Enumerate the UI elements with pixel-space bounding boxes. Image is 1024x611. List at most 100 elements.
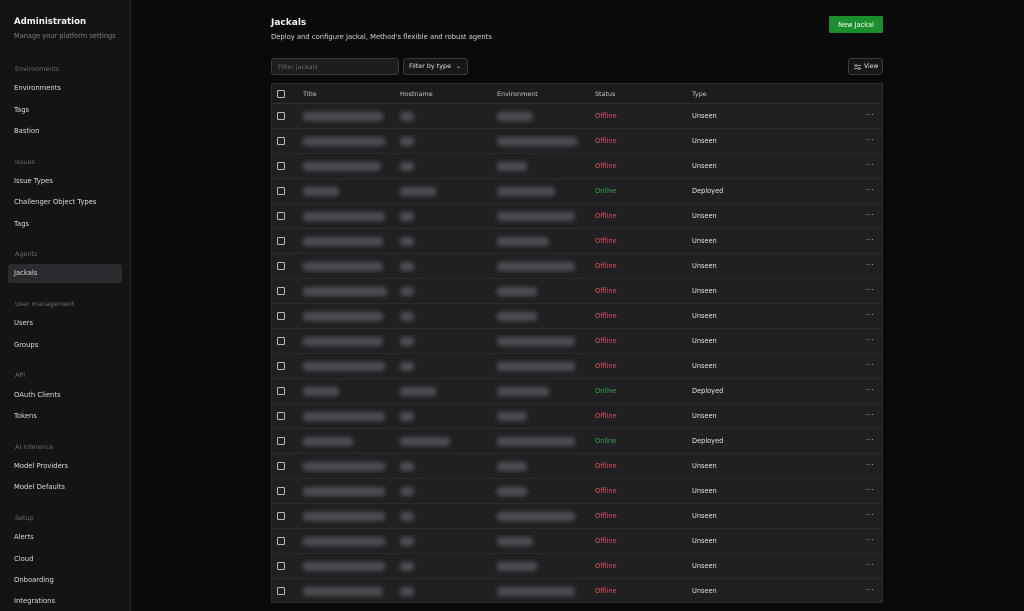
redacted-hostname [400, 262, 414, 271]
row-checkbox[interactable] [277, 587, 285, 595]
table-row[interactable]: Offline Unseen ··· [272, 529, 882, 554]
row-checkbox[interactable] [277, 212, 285, 220]
row-checkbox[interactable] [277, 337, 285, 345]
table-row[interactable]: Offline Unseen ··· [272, 479, 882, 504]
sidebar-item-environments[interactable]: Environments [14, 84, 61, 92]
row-actions-icon[interactable]: ··· [866, 429, 874, 452]
sidebar-item-model-providers[interactable]: Model Providers [14, 462, 68, 470]
row-actions-icon[interactable]: ··· [866, 204, 874, 227]
new-jackal-button[interactable]: New Jackal [829, 16, 883, 33]
column-title[interactable]: Title [303, 84, 317, 104]
row-checkbox[interactable] [277, 387, 285, 395]
sidebar-item-onboarding[interactable]: Onboarding [14, 576, 54, 584]
row-checkbox[interactable] [277, 437, 285, 445]
sidebar-item-challenger-object-types[interactable]: Challenger Object Types [14, 198, 96, 206]
row-actions-icon[interactable]: ··· [866, 129, 874, 152]
column-environment[interactable]: Environment [497, 84, 538, 104]
row-actions-icon[interactable]: ··· [866, 479, 874, 502]
table-row[interactable]: Offline Unseen ··· [272, 404, 882, 429]
row-actions-icon[interactable]: ··· [866, 579, 874, 602]
row-checkbox[interactable] [277, 537, 285, 545]
redacted-hostname [400, 237, 414, 246]
view-options-button[interactable]: View [848, 58, 883, 75]
row-checkbox[interactable] [277, 362, 285, 370]
table-row[interactable]: Online Deployed ··· [272, 379, 882, 404]
redacted-environment [497, 337, 575, 346]
row-checkbox[interactable] [277, 487, 285, 495]
sidebar-item-groups[interactable]: Groups [14, 341, 38, 349]
table-row[interactable]: Offline Unseen ··· [272, 579, 882, 602]
status-badge: Offline [595, 262, 617, 270]
filter-by-type-dropdown[interactable]: Filter by type ⌄ [403, 58, 468, 75]
type-value: Unseen [692, 487, 717, 495]
row-checkbox[interactable] [277, 187, 285, 195]
row-checkbox[interactable] [277, 562, 285, 570]
row-checkbox[interactable] [277, 312, 285, 320]
row-actions-icon[interactable]: ··· [866, 554, 874, 577]
filter-jackals-input[interactable] [271, 58, 399, 75]
sidebar-item-oauth-clients[interactable]: OAuth Clients [14, 391, 61, 399]
redacted-title [303, 162, 381, 171]
row-checkbox[interactable] [277, 512, 285, 520]
row-checkbox[interactable] [277, 412, 285, 420]
sidebar-item-integrations[interactable]: Integrations [14, 597, 55, 605]
status-badge: Offline [595, 537, 617, 545]
sidebar-item-jackals[interactable]: Jackals [8, 264, 122, 283]
table-row[interactable]: Offline Unseen ··· [272, 554, 882, 579]
table-row[interactable]: Offline Unseen ··· [272, 329, 882, 354]
row-actions-icon[interactable]: ··· [866, 279, 874, 302]
redacted-title [303, 562, 385, 571]
row-actions-icon[interactable]: ··· [866, 254, 874, 277]
sidebar-item-bastion[interactable]: Bastion [14, 127, 39, 135]
row-actions-icon[interactable]: ··· [866, 504, 874, 527]
row-actions-icon[interactable]: ··· [866, 529, 874, 552]
type-value: Unseen [692, 337, 717, 345]
jackals-table: Title Hostname Environment Status Type O… [271, 83, 883, 603]
column-type[interactable]: Type [692, 84, 707, 104]
sidebar-item-environment-tags[interactable]: Tags [14, 106, 29, 114]
table-row[interactable]: Offline Unseen ··· [272, 504, 882, 529]
sidebar-item-tokens[interactable]: Tokens [14, 412, 37, 420]
row-actions-icon[interactable]: ··· [866, 354, 874, 377]
sidebar-item-cloud[interactable]: Cloud [14, 555, 33, 563]
row-actions-icon[interactable]: ··· [866, 329, 874, 352]
select-all-checkbox[interactable] [277, 90, 285, 98]
table-row[interactable]: Offline Unseen ··· [272, 104, 882, 129]
row-actions-icon[interactable]: ··· [866, 179, 874, 202]
row-actions-icon[interactable]: ··· [866, 229, 874, 252]
status-badge: Offline [595, 412, 617, 420]
table-row[interactable]: Offline Unseen ··· [272, 304, 882, 329]
table-row[interactable]: Offline Unseen ··· [272, 279, 882, 304]
row-checkbox[interactable] [277, 262, 285, 270]
table-row[interactable]: Offline Unseen ··· [272, 154, 882, 179]
sidebar-item-users[interactable]: Users [14, 319, 33, 327]
table-row[interactable]: Offline Unseen ··· [272, 354, 882, 379]
row-checkbox[interactable] [277, 237, 285, 245]
sidebar-item-issue-tags[interactable]: Tags [14, 220, 29, 228]
sidebar-item-alerts[interactable]: Alerts [14, 533, 34, 541]
table-row[interactable]: Offline Unseen ··· [272, 454, 882, 479]
table-row[interactable]: Offline Unseen ··· [272, 229, 882, 254]
column-status[interactable]: Status [595, 84, 615, 104]
row-checkbox[interactable] [277, 162, 285, 170]
table-row[interactable]: Offline Unseen ··· [272, 129, 882, 154]
row-actions-icon[interactable]: ··· [866, 454, 874, 477]
redacted-environment [497, 462, 527, 471]
table-row[interactable]: Offline Unseen ··· [272, 254, 882, 279]
row-checkbox[interactable] [277, 462, 285, 470]
row-checkbox[interactable] [277, 287, 285, 295]
redacted-title [303, 512, 385, 521]
row-checkbox[interactable] [277, 137, 285, 145]
row-actions-icon[interactable]: ··· [866, 104, 874, 127]
sidebar-item-model-defaults[interactable]: Model Defaults [14, 483, 65, 491]
row-actions-icon[interactable]: ··· [866, 154, 874, 177]
table-row[interactable]: Online Deployed ··· [272, 429, 882, 454]
table-row[interactable]: Online Deployed ··· [272, 179, 882, 204]
row-actions-icon[interactable]: ··· [866, 379, 874, 402]
sidebar-item-issue-types[interactable]: Issue Types [14, 177, 53, 185]
table-row[interactable]: Offline Unseen ··· [272, 204, 882, 229]
column-hostname[interactable]: Hostname [400, 84, 433, 104]
row-actions-icon[interactable]: ··· [866, 304, 874, 327]
row-checkbox[interactable] [277, 112, 285, 120]
row-actions-icon[interactable]: ··· [866, 404, 874, 427]
